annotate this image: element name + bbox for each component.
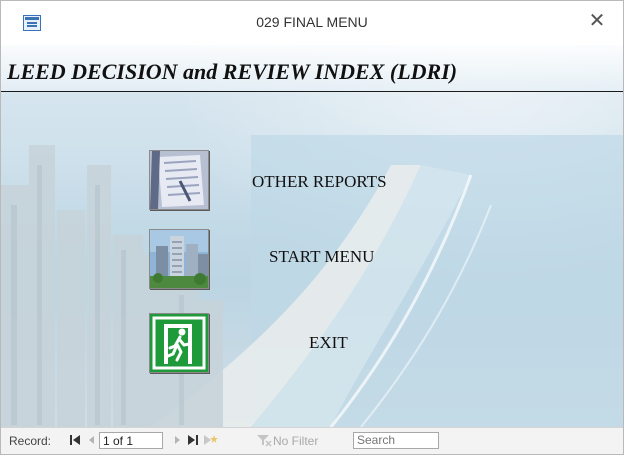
form-body: LEED DECISION and REVIEW INDEX (LDRI) OT… xyxy=(1,45,623,427)
document-photo-icon xyxy=(150,151,208,209)
record-navigation-bar: Record: 1 of 1 No Filter xyxy=(1,427,623,454)
record-label: Record: xyxy=(9,434,52,448)
building-photo-icon xyxy=(150,230,208,288)
exit-button[interactable] xyxy=(149,313,209,373)
first-record-icon[interactable] xyxy=(69,433,81,447)
header-band: LEED DECISION and REVIEW INDEX (LDRI) xyxy=(1,45,623,92)
new-record-icon[interactable] xyxy=(203,433,219,447)
window-title: 029 FINAL MENU xyxy=(256,14,368,30)
title-bar: 029 FINAL MENU ✕ xyxy=(1,1,623,45)
background-image xyxy=(1,135,623,427)
close-button[interactable]: ✕ xyxy=(585,9,609,33)
filter-status[interactable]: No Filter xyxy=(273,434,318,448)
search-input[interactable] xyxy=(353,432,439,449)
exit-sign-icon xyxy=(150,314,208,372)
other-reports-label: OTHER REPORTS xyxy=(252,172,387,191)
next-record-icon[interactable] xyxy=(171,433,183,447)
other-reports-button[interactable] xyxy=(149,150,209,210)
exit-label: EXIT xyxy=(309,333,348,352)
filter-off-icon[interactable] xyxy=(256,433,272,447)
form-window: 029 FINAL MENU ✕ LEED DECISION and REVIE… xyxy=(0,0,624,455)
previous-record-icon[interactable] xyxy=(85,433,97,447)
current-record-field[interactable]: 1 of 1 xyxy=(99,432,163,449)
last-record-icon[interactable] xyxy=(187,433,199,447)
app-title: LEED DECISION and REVIEW INDEX (LDRI) xyxy=(7,59,458,84)
start-menu-button[interactable] xyxy=(149,229,209,289)
start-menu-label: START MENU xyxy=(269,247,375,266)
